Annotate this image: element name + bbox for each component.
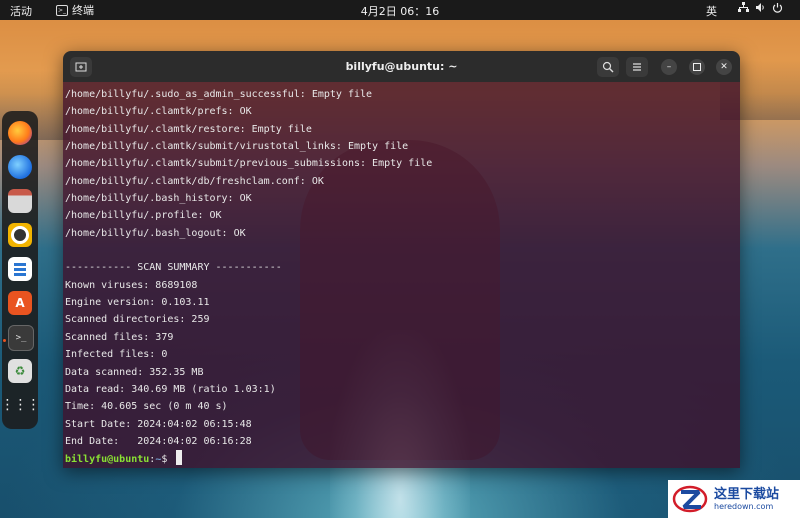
prompt-symbol: $ (161, 454, 174, 466)
volume-icon (756, 3, 764, 12)
terminal-line: /home/billyfu/.clamtk/db/freshclam.conf:… (65, 175, 324, 187)
terminal-line: Data scanned: 352.35 MB (65, 366, 204, 378)
terminal-line: /home/billyfu/.clamtk/submit/previous_su… (65, 158, 433, 170)
terminal-line: /home/billyfu/.clamtk/submit/virustotal_… (65, 141, 409, 153)
firefox-icon[interactable] (8, 121, 32, 145)
files-icon[interactable] (8, 189, 32, 213)
terminal-window: billyfu@ubuntu: ~ – ✕ /home/billyfu/.sud… (63, 51, 740, 468)
hamburger-icon (633, 63, 641, 71)
search-button[interactable] (597, 57, 619, 77)
window-titlebar[interactable]: billyfu@ubuntu: ~ – ✕ (63, 51, 740, 82)
terminal-line: Data read: 340.69 MB (ratio 1.03:1) (65, 383, 276, 395)
text-cursor (176, 450, 183, 466)
terminal-line: Scanned directories: 259 (65, 314, 210, 326)
dock: A >_ ♻ ⋮⋮⋮ (1, 111, 41, 429)
power-icon (772, 3, 783, 13)
terminal-line: /home/billyfu/.profile: OK (65, 210, 222, 222)
top-bar: 活动 >_ 终端 4月2日 06：16 英 (0, 0, 800, 20)
show-apps-icon[interactable]: ⋮⋮⋮ (1, 393, 41, 417)
terminal-body[interactable]: /home/billyfu/.sudo_as_admin_successful:… (63, 82, 740, 468)
terminal-line: End Date: 2024:04:02 06:16:28 (65, 435, 252, 447)
terminal-line: /home/billyfu/.clamtk/restore: Empty fil… (65, 123, 312, 135)
maximize-button[interactable] (689, 59, 705, 75)
terminal-line: /home/billyfu/.bash_history: OK (65, 193, 252, 205)
terminal-line: /home/billyfu/.bash_logout: OK (65, 227, 246, 239)
input-method-indicator[interactable]: 英 (706, 3, 717, 19)
network-icon (738, 2, 749, 12)
running-indicator (3, 339, 6, 342)
thunderbird-icon[interactable] (8, 155, 32, 179)
trash-icon[interactable]: ♻ (8, 359, 32, 383)
minimize-button[interactable]: – (661, 59, 677, 75)
terminal-line: ----------- SCAN SUMMARY ----------- (65, 262, 282, 274)
rhythmbox-icon[interactable] (8, 223, 32, 247)
clock[interactable]: 4月2日 06：16 (0, 3, 800, 19)
terminal-line: Start Date: 2024:04:02 06:15:48 (65, 418, 252, 430)
watermark-logo (672, 484, 710, 514)
watermark-subtitle: heredown.com (714, 501, 774, 511)
close-icon: ✕ (720, 62, 728, 72)
menu-button[interactable] (626, 57, 648, 77)
terminal-line: Known viruses: 8689108 (65, 279, 198, 291)
minimize-icon: – (666, 62, 672, 72)
libreoffice-writer-icon[interactable] (8, 257, 32, 281)
terminal-line: Scanned files: 379 (65, 331, 174, 343)
terminal-dock-icon[interactable]: >_ (8, 325, 34, 351)
prompt-line[interactable]: billyfu@ubuntu:~$ (65, 450, 432, 467)
app-center-icon[interactable]: A (8, 291, 32, 315)
watermark: 这里下载站 heredown.com (668, 480, 800, 518)
terminal-line: Engine version: 0.103.11 (65, 297, 210, 309)
close-button[interactable]: ✕ (716, 59, 732, 75)
terminal-line: Time: 40.605 sec (0 m 40 s) (65, 401, 228, 413)
terminal-line: /home/billyfu/.sudo_as_admin_successful:… (65, 89, 373, 100)
search-icon (602, 61, 614, 73)
terminal-line: /home/billyfu/.clamtk/prefs: OK (65, 106, 252, 118)
terminal-line: Infected files: 0 (65, 349, 168, 361)
prompt-user: billyfu@ubuntu (65, 454, 150, 466)
maximize-icon (693, 63, 701, 71)
system-menu[interactable] (738, 2, 783, 13)
watermark-title: 这里下载站 (714, 486, 780, 502)
terminal-output: /home/billyfu/.sudo_as_admin_successful:… (65, 86, 432, 468)
